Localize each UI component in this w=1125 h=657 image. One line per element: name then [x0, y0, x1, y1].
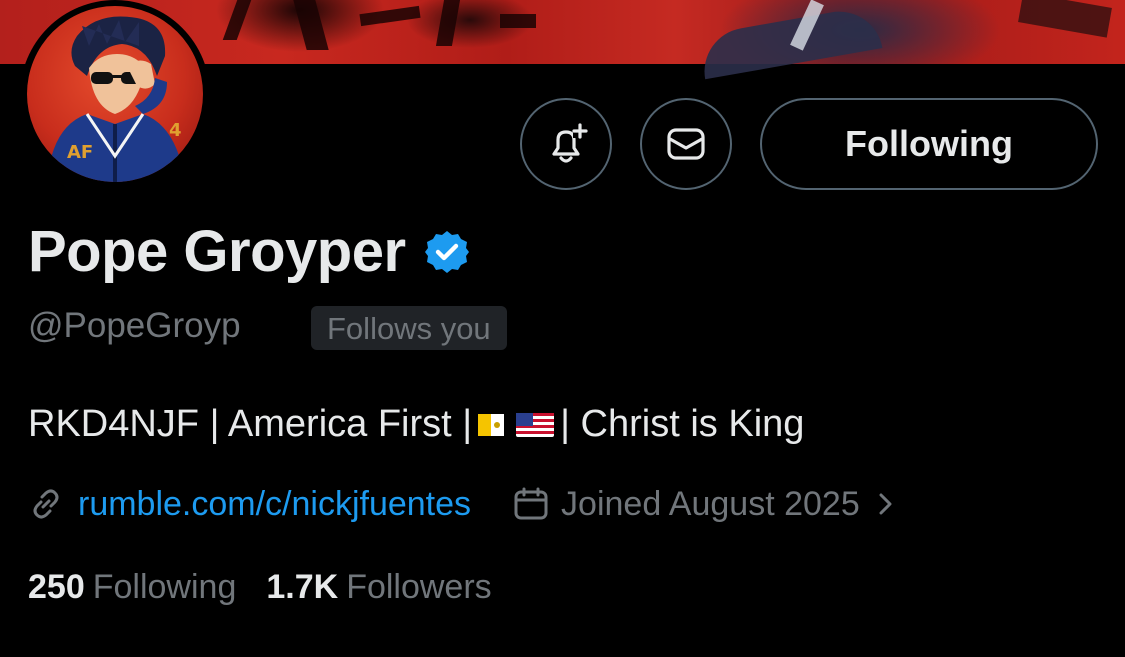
bio-text-part1: RKD4NJF | America First |	[28, 403, 473, 445]
link-icon	[33, 489, 59, 519]
message-button[interactable]	[640, 98, 732, 190]
bell-plus-icon	[552, 123, 588, 163]
banner-brush-stroke	[293, 0, 329, 50]
bio-text-part2: | Christ is King	[560, 403, 805, 445]
following-stat[interactable]: 250 Following	[28, 568, 236, 607]
banner-brush-stroke	[1018, 0, 1112, 38]
banner-brush-stroke	[359, 5, 421, 27]
notifications-button[interactable]	[520, 98, 612, 190]
envelope-icon	[667, 128, 705, 160]
avatar-illustration: AF 4	[47, 16, 185, 182]
vatican-flag-icon	[478, 413, 505, 436]
follows-you-badge: Follows you	[311, 306, 507, 350]
profile-stats: 250 Following 1.7K Followers	[28, 568, 492, 607]
banner-brush-stroke	[222, 0, 252, 40]
website-link[interactable]: rumble.com/c/nickjfuentes	[78, 485, 471, 524]
following-count: 250	[28, 568, 85, 606]
profile-page: AF 4 Following Pope Groyper @PopeGroyp F…	[0, 0, 1125, 657]
chevron-right-icon[interactable]	[874, 489, 898, 519]
joined-date[interactable]: Joined August 2025	[561, 485, 860, 524]
calendar-icon	[514, 487, 548, 520]
verified-badge-icon[interactable]	[424, 229, 470, 275]
profile-bio: RKD4NJF | America First | | Christ is Ki…	[28, 403, 804, 446]
following-button[interactable]: Following	[760, 98, 1098, 190]
followers-count: 1.7K	[266, 568, 339, 606]
svg-text:AF: AF	[67, 142, 93, 163]
display-name: Pope Groyper	[28, 219, 406, 284]
svg-text:4: 4	[169, 120, 182, 141]
avatar[interactable]: AF 4	[20, 0, 210, 190]
avatar-image: AF 4	[27, 6, 203, 182]
banner-brush-stroke	[435, 0, 461, 46]
followers-label: Followers	[346, 568, 492, 606]
following-label: Following	[92, 568, 237, 606]
us-flag-icon	[516, 412, 555, 437]
profile-handle: @PopeGroyp	[28, 306, 241, 345]
followers-stat[interactable]: 1.7K Followers	[266, 568, 491, 607]
banner-brush-stroke	[500, 14, 536, 28]
profile-name: Pope Groyper	[28, 218, 470, 285]
profile-meta: rumble.com/c/nickjfuentes Joined August …	[28, 482, 898, 526]
